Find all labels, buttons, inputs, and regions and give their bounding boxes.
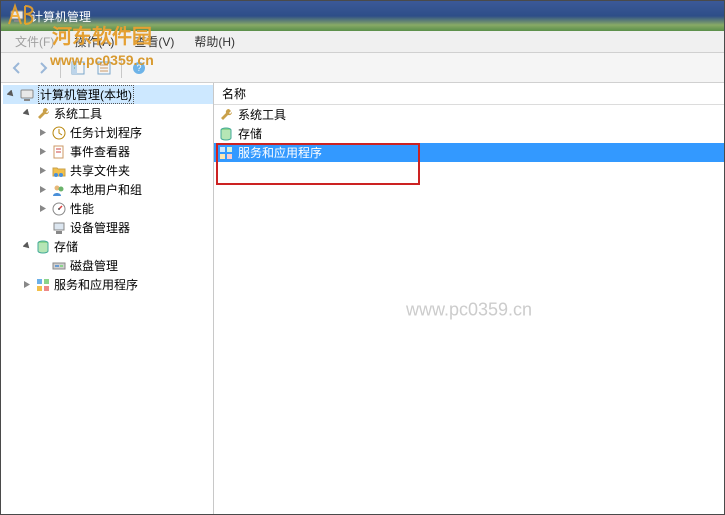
expander-icon[interactable] [37, 202, 50, 215]
menu-bar: 文件(F) 操作(A) 查看(V) 帮助(H) [1, 31, 724, 53]
storage-icon [218, 126, 234, 142]
expander-icon[interactable] [37, 164, 50, 177]
expander-icon[interactable] [37, 145, 50, 158]
performance-icon [51, 201, 67, 217]
tree-event-viewer[interactable]: 事件查看器 [35, 142, 213, 161]
tree-shared-folders[interactable]: 共享文件夹 [35, 161, 213, 180]
expander-icon[interactable] [21, 107, 34, 120]
tree-storage[interactable]: 存储 [19, 237, 213, 256]
list-item-label: 存储 [238, 125, 262, 142]
menu-help[interactable]: 帮助(H) [186, 31, 243, 52]
title-bar: 计算机管理 [1, 1, 724, 31]
nav-tree: 计算机管理(本地) [1, 85, 213, 294]
device-manager-icon [51, 220, 67, 236]
list-item-label: 系统工具 [238, 106, 286, 123]
tree-storage-label: 存储 [54, 238, 78, 255]
tree-disk-management-label: 磁盘管理 [70, 257, 118, 274]
tree-task-scheduler-label: 任务计划程序 [70, 124, 142, 141]
help-button[interactable]: ? [127, 56, 151, 80]
tree-device-manager-label: 设备管理器 [70, 219, 130, 236]
body: 计算机管理(本地) [1, 83, 724, 514]
tree-shared-folders-label: 共享文件夹 [70, 162, 130, 179]
wrench-icon [218, 107, 234, 123]
tree-performance-label: 性能 [70, 200, 94, 217]
tree-root-label: 计算机管理(本地) [38, 85, 134, 104]
tree-services-apps[interactable]: 服务和应用程序 [19, 275, 213, 294]
menu-view[interactable]: 查看(V) [126, 31, 182, 52]
shared-folder-icon [51, 163, 67, 179]
window: 河东软件园 www.pc0359.cn 计算机管理 文件(F) 操作(A) 查看… [0, 0, 725, 515]
storage-icon [35, 239, 51, 255]
tree-disk-management[interactable]: 磁盘管理 [35, 256, 213, 275]
tree-task-scheduler[interactable]: 任务计划程序 [35, 123, 213, 142]
expander-icon[interactable] [37, 183, 50, 196]
list-header[interactable]: 名称 [214, 83, 724, 105]
users-icon [51, 182, 67, 198]
expander-icon[interactable] [21, 278, 34, 291]
show-hide-tree-button[interactable] [66, 56, 90, 80]
window-title: 计算机管理 [31, 8, 91, 25]
forward-button[interactable] [31, 56, 55, 80]
event-viewer-icon [51, 144, 67, 160]
list-item-system-tools[interactable]: 系统工具 [214, 105, 724, 124]
disk-icon [51, 258, 67, 274]
menu-file[interactable]: 文件(F) [7, 31, 62, 52]
menu-action[interactable]: 操作(A) [66, 31, 122, 52]
list-panel: 名称 系统工具 存储 [214, 83, 724, 514]
toolbar: ? [1, 53, 724, 83]
expander-icon[interactable] [21, 240, 34, 253]
wrench-icon [35, 106, 51, 122]
back-button[interactable] [5, 56, 29, 80]
tree-panel[interactable]: 计算机管理(本地) [1, 83, 214, 514]
tree-root[interactable]: 计算机管理(本地) [3, 85, 213, 104]
expander-icon[interactable] [37, 126, 50, 139]
services-icon [35, 277, 51, 293]
properties-button[interactable] [92, 56, 116, 80]
tree-performance[interactable]: 性能 [35, 199, 213, 218]
list-body[interactable]: 系统工具 存储 服务和应用程序 www.pc0359.cn [214, 105, 724, 514]
clock-icon [51, 125, 67, 141]
toolbar-separator [60, 58, 61, 78]
tree-local-users[interactable]: 本地用户和组 [35, 180, 213, 199]
services-icon [218, 145, 234, 161]
tree-device-manager[interactable]: 设备管理器 [35, 218, 213, 237]
tree-event-viewer-label: 事件查看器 [70, 143, 130, 160]
list-header-name[interactable]: 名称 [222, 85, 716, 102]
center-watermark: www.pc0359.cn [406, 299, 532, 320]
tree-local-users-label: 本地用户和组 [70, 181, 142, 198]
app-icon [9, 8, 25, 24]
svg-text:?: ? [136, 63, 141, 73]
tree-system-tools-label: 系统工具 [54, 105, 102, 122]
computer-icon [19, 87, 35, 103]
list-item-services-apps[interactable]: 服务和应用程序 [214, 143, 724, 162]
tree-services-apps-label: 服务和应用程序 [54, 276, 138, 293]
tree-system-tools[interactable]: 系统工具 [19, 104, 213, 123]
expander-icon[interactable] [5, 88, 18, 101]
list-item-storage[interactable]: 存储 [214, 124, 724, 143]
list-item-label: 服务和应用程序 [238, 144, 322, 161]
toolbar-separator [121, 58, 122, 78]
